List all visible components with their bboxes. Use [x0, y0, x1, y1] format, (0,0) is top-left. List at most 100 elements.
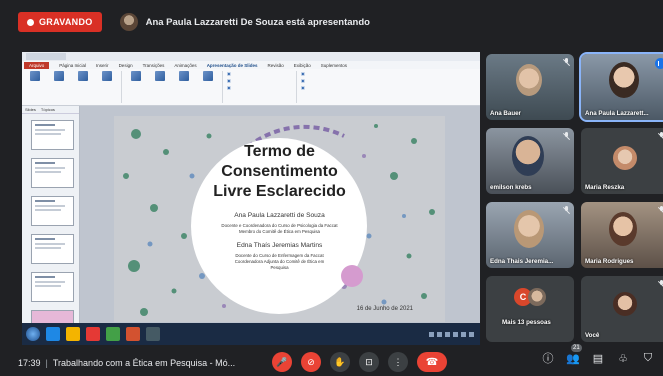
info-icon[interactable]: ⓘ — [541, 351, 555, 365]
tray-icon[interactable] — [469, 331, 474, 337]
ppt-workspace: Slides Tópicos Termo de Consentimento Li… — [22, 106, 480, 332]
media-icon[interactable] — [86, 327, 100, 341]
ribbon-button[interactable] — [198, 71, 218, 82]
powerpoint-icon[interactable] — [126, 327, 140, 341]
record-dot-icon — [27, 18, 34, 26]
slide-thumbnail[interactable] — [31, 234, 74, 264]
slide-author-desc: Pesquisa — [270, 265, 289, 270]
slide-title-line: Termo de — [244, 143, 315, 160]
meeting-title[interactable]: Trabalhando com a Ética em Pesquisa - Mó… — [53, 358, 235, 368]
timing-icon — [179, 71, 189, 81]
ribbon-button[interactable] — [150, 71, 170, 82]
participant-tile[interactable]: emilson krebs — [486, 128, 574, 194]
broadcast-icon — [78, 71, 88, 81]
slide-thumbnail[interactable] — [31, 272, 74, 302]
ribbon-checkbox[interactable] — [301, 85, 387, 90]
ribbon-button[interactable] — [97, 71, 117, 82]
ppt-tab-home[interactable]: Página Inicial — [59, 63, 86, 68]
ribbon-checkbox[interactable] — [227, 78, 292, 83]
ribbon-button[interactable] — [73, 71, 93, 82]
tray-icon[interactable] — [453, 331, 458, 337]
ppt-ribbon — [22, 69, 480, 106]
people-icon[interactable]: 👥 21 — [566, 344, 582, 365]
tray-icon[interactable] — [445, 331, 450, 337]
tab-slides[interactable]: Slides — [25, 107, 36, 112]
current-slide: Termo de Consentimento Livre Esclarecido… — [114, 116, 445, 322]
mic-off-icon — [657, 280, 663, 288]
camera-off-button[interactable]: ⊘ — [301, 352, 321, 372]
ppt-tab-transitions[interactable]: Transições — [143, 63, 165, 68]
ppt-tab-animations[interactable]: Animações — [174, 63, 196, 68]
more-options-button[interactable]: ⋮ — [388, 352, 408, 372]
ribbon-button[interactable] — [174, 71, 194, 82]
tray-icon[interactable] — [429, 331, 434, 337]
slide-thumbnail[interactable] — [31, 158, 74, 188]
mic-off-icon — [562, 206, 570, 214]
slide-author: Edna Thaís Jeremias Martins — [236, 242, 323, 249]
slide-thumbnails-pane: Slides Tópicos — [22, 106, 80, 332]
ppt-tab-review[interactable]: Revisão — [267, 63, 283, 68]
activities-icon[interactable]: ♧ — [616, 351, 630, 365]
ribbon-group-start — [25, 71, 122, 103]
record-icon — [203, 71, 213, 81]
participant-tile[interactable]: Ana Bauer — [486, 54, 574, 120]
mic-off-icon — [562, 132, 570, 140]
participant-tile[interactable]: Maria Reszka — [581, 128, 663, 194]
folder-icon[interactable] — [66, 327, 80, 341]
start-icon[interactable] — [26, 327, 40, 341]
slide-title-line: Consentimento — [221, 163, 338, 180]
ribbon-checkbox[interactable] — [227, 71, 292, 76]
participant-tile[interactable]: Edna Thais Jeremia... — [486, 202, 574, 268]
mic-off-icon — [562, 58, 570, 66]
quick-access-toolbar[interactable] — [26, 53, 66, 60]
meet-window: GRAVANDO Ana Paula Lazzaretti De Souza e… — [0, 0, 663, 376]
participant-avatar — [613, 146, 637, 170]
tab-outline[interactable]: Tópicos — [41, 107, 55, 112]
participant-name: Maria Rodrigues — [585, 258, 634, 265]
ppt-tab-design[interactable]: Design — [119, 63, 133, 68]
host-controls-icon[interactable]: ⛉ — [641, 351, 655, 365]
chat-icon[interactable]: ▤ — [591, 351, 605, 365]
ribbon-button[interactable] — [25, 71, 45, 82]
speaking-icon — [655, 58, 663, 69]
mic-off-icon — [657, 132, 663, 140]
slide-thumbnail[interactable] — [31, 120, 74, 150]
recording-indicator[interactable]: GRAVANDO — [18, 12, 102, 32]
participant-video — [512, 136, 544, 176]
thumbnail-tabs: Slides Tópicos — [22, 106, 79, 114]
ppt-title-bar — [22, 52, 480, 61]
clock: 17:39 — [18, 357, 41, 368]
browser-icon[interactable] — [46, 327, 60, 341]
app-icon[interactable] — [146, 327, 160, 341]
ppt-ribbon-tabs: Arquivo Página Inicial Inserir Design Tr… — [22, 61, 480, 69]
self-tile[interactable]: Você — [581, 276, 663, 342]
ribbon-group-options — [227, 71, 297, 103]
ppt-tab-slideshow[interactable]: Apresentação de Slides — [207, 63, 258, 68]
app-icon[interactable] — [106, 327, 120, 341]
shared-screen: Arquivo Página Inicial Inserir Design Tr… — [22, 52, 480, 345]
participant-name: Ana Bauer — [490, 110, 521, 117]
ribbon-checkbox[interactable] — [301, 71, 387, 76]
participant-tile[interactable]: Ana Paula Lazzarett... — [579, 52, 663, 122]
participant-video — [609, 212, 637, 246]
ribbon-checkbox[interactable] — [301, 78, 387, 83]
more-participants-tile[interactable]: C Mais 13 pessoas — [486, 276, 574, 342]
raise-hand-button[interactable]: ✋ — [330, 352, 350, 372]
ribbon-button[interactable] — [126, 71, 146, 82]
mic-off-button[interactable]: 🎤 — [272, 352, 292, 372]
tray-icon[interactable] — [461, 331, 466, 337]
present-button[interactable]: ⊡ — [359, 352, 379, 372]
ribbon-button[interactable] — [49, 71, 69, 82]
ppt-tab-view[interactable]: Exibição — [294, 63, 311, 68]
ribbon-checkbox[interactable] — [227, 85, 292, 90]
ppt-tab-addins[interactable]: Suplementos — [321, 63, 347, 68]
top-bar: GRAVANDO Ana Paula Lazzaretti De Souza e… — [0, 0, 663, 44]
ppt-tab-insert[interactable]: Inserir — [96, 63, 109, 68]
tray-icon[interactable] — [437, 331, 442, 337]
participant-avatar — [528, 288, 546, 306]
hangup-button[interactable]: ☎ — [417, 352, 447, 372]
ppt-tab-file[interactable]: Arquivo — [24, 61, 50, 69]
slide-thumbnail[interactable] — [31, 196, 74, 226]
participant-tile[interactable]: Maria Rodrigues — [581, 202, 663, 268]
system-tray — [429, 331, 480, 337]
